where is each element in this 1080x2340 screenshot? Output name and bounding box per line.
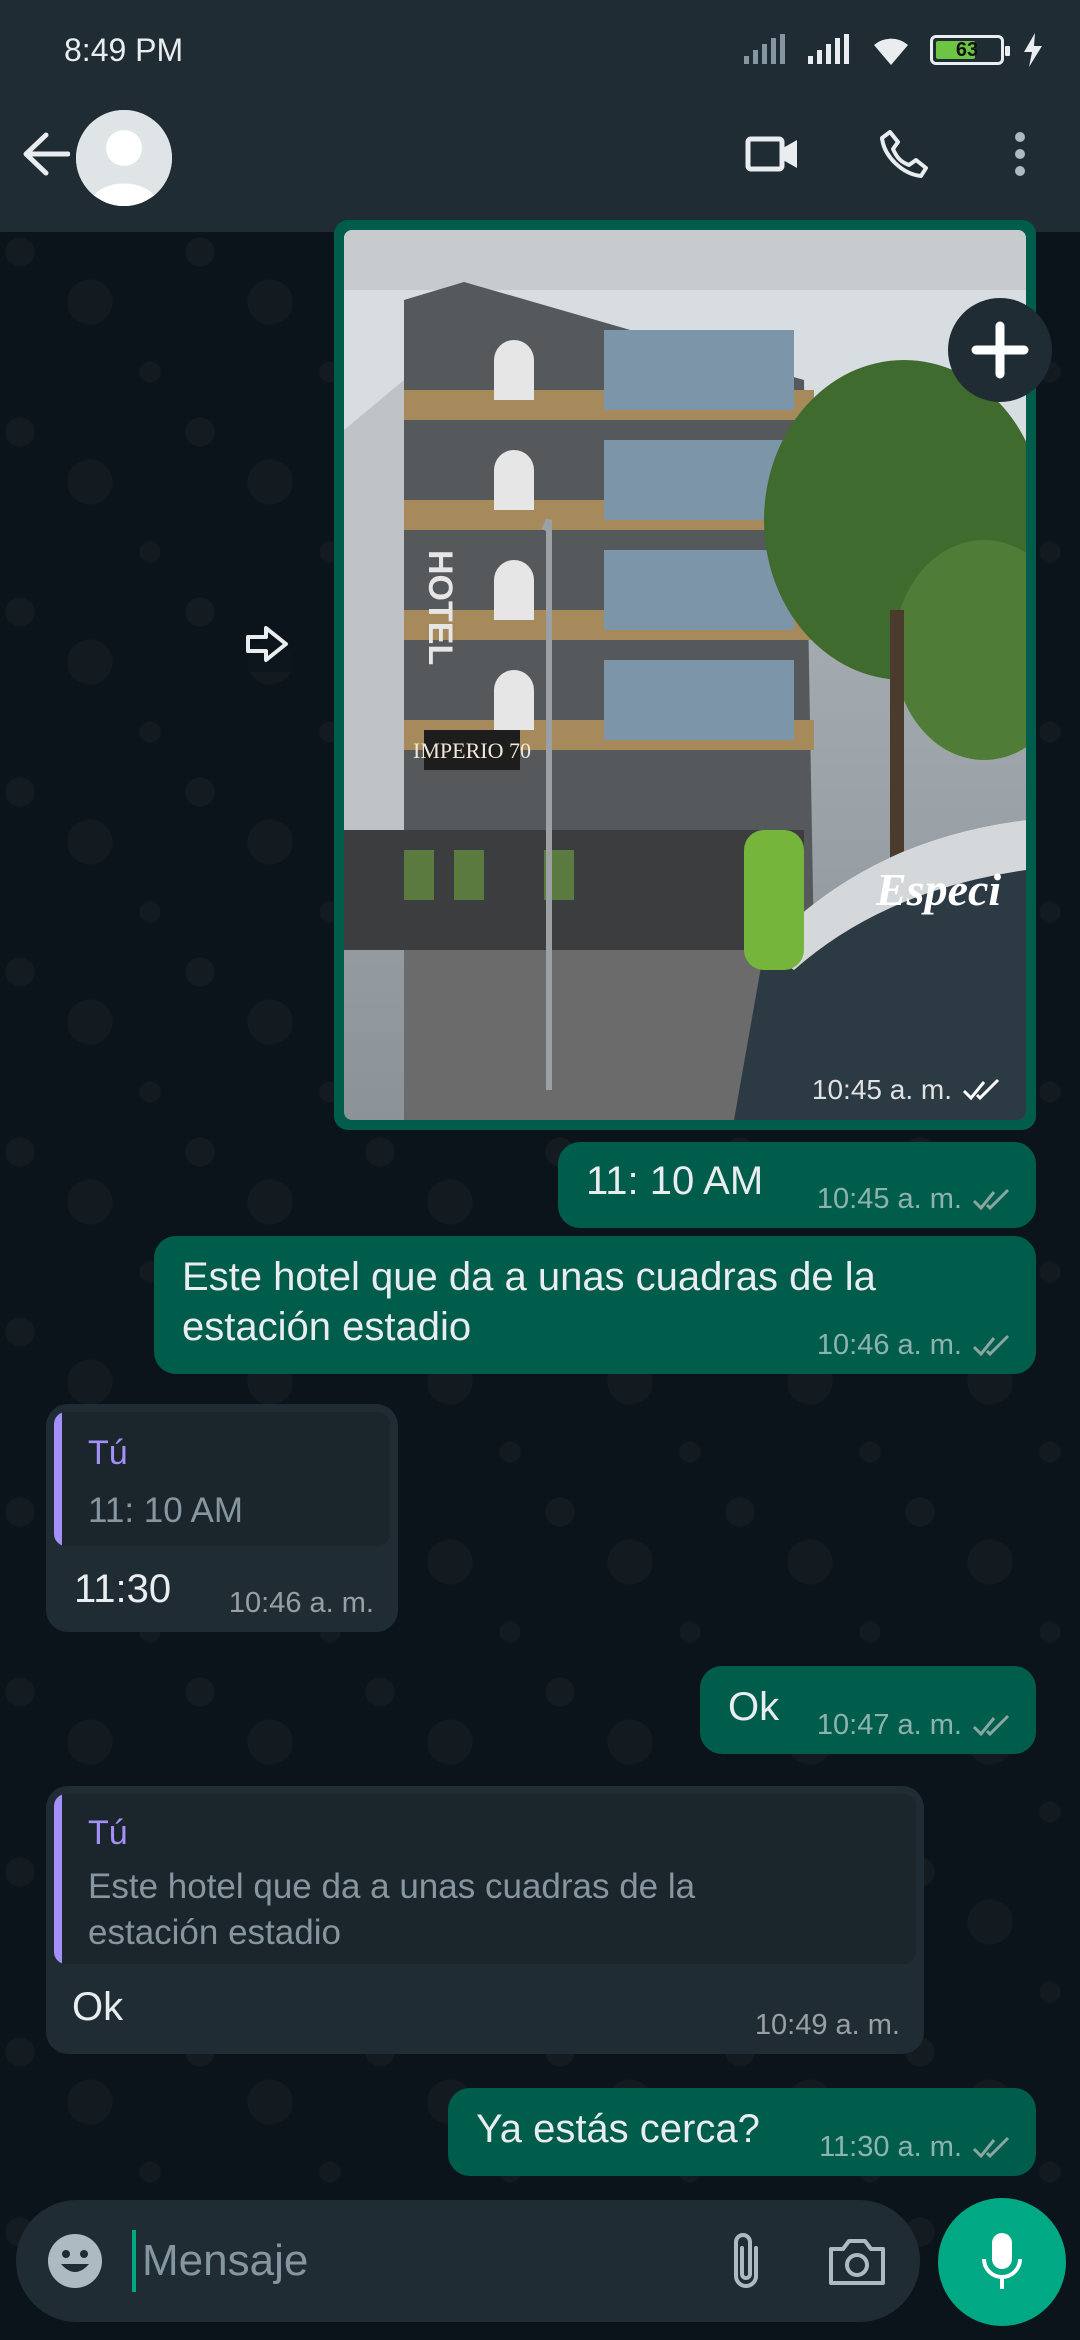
message-text: Este hotel que da a unas cuadras de la e… [182, 1252, 876, 1352]
quote-accent-bar [54, 1412, 62, 1546]
message-time: 10:47 a. m. [816, 1709, 962, 1741]
quote-text: 11: 10 AM [88, 1491, 244, 1530]
hotel-photo: IMPERIO 70 HOTEL Especi [344, 230, 1026, 1120]
message-text-line: Este hotel que da a unas cuadras de la [182, 1255, 876, 1299]
message-time: 10:46 a. m. [816, 1329, 962, 1361]
message-time: 10:46 a. m. [228, 1587, 374, 1619]
message-meta: 10:45 a. m. [812, 1074, 1002, 1106]
overflow-menu-button[interactable] [1000, 122, 1040, 186]
outgoing-message[interactable]: Ok 10:47 a. m. [700, 1666, 1036, 1754]
quote-author: Tú [88, 1434, 128, 1472]
forward-button[interactable] [232, 616, 302, 672]
quote-author: Tú [88, 1814, 128, 1852]
video-camera-icon [745, 136, 797, 172]
signal-icon [808, 34, 849, 64]
double-check-icon [972, 1334, 1010, 1356]
status-icons: 63 [742, 33, 1044, 67]
video-call-button[interactable] [740, 122, 804, 186]
message-text: Ya estás cerca? [476, 2107, 760, 2151]
wifi-icon [874, 38, 908, 65]
battery-percentage: 63 [955, 38, 979, 61]
phone-icon [880, 130, 928, 178]
back-button[interactable] [18, 126, 74, 182]
status-time: 8:49 PM [64, 31, 184, 68]
microphone-icon [982, 2233, 1022, 2289]
battery-icon: 63 [930, 35, 1010, 65]
message-meta: 10:47 a. m. [817, 1709, 1012, 1742]
chat-header [0, 100, 1080, 232]
message-meta: 10:45 a. m. [817, 1183, 1012, 1216]
message-time: 11:30 a. m. [819, 2131, 962, 2163]
quote-text: Este hotel que da a unas cuadras de la e… [88, 1864, 695, 1956]
default-avatar-icon [76, 110, 172, 206]
signal-icon [744, 34, 785, 64]
outgoing-message[interactable]: Ya estás cerca? 11:30 a. m. [448, 2088, 1036, 2176]
camera-button[interactable] [822, 2228, 892, 2294]
outgoing-message[interactable]: Este hotel que da a unas cuadras de la e… [154, 1236, 1036, 1374]
message-meta: 10:46 a. m. [229, 1587, 374, 1620]
message-time: 10:49 a. m. [754, 2009, 900, 2041]
paperclip-icon [734, 2233, 758, 2288]
double-check-icon [972, 1714, 1010, 1736]
quoted-message[interactable]: Tú Este hotel que da a unas cuadras de l… [54, 1794, 916, 1964]
message-composer [16, 2200, 920, 2322]
charging-bolt-icon [1024, 33, 1042, 67]
message-meta: 11:30 a. m. [819, 2131, 1012, 2164]
quote-accent-bar [54, 1794, 62, 1964]
double-check-icon [972, 1188, 1010, 1210]
quoted-message[interactable]: Tú 11: 10 AM [54, 1412, 390, 1546]
message-meta: 10:49 a. m. [755, 2009, 900, 2042]
message-meta: 10:46 a. m. [817, 1329, 1012, 1362]
message-text: 11:30 [74, 1567, 172, 1611]
photo-text-imperio: IMPERIO 70 [413, 738, 531, 763]
incoming-message[interactable]: Tú Este hotel que da a unas cuadras de l… [46, 1786, 924, 2054]
message-photo[interactable]: IMPERIO 70 HOTEL Especi 10:45 a. m. [344, 230, 1026, 1120]
message-text: Ok [728, 1685, 780, 1729]
attach-button[interactable] [716, 2226, 776, 2296]
photo-text-bus: Especi [875, 864, 1001, 915]
message-time: 10:45 a. m. [816, 1183, 962, 1215]
photo-text-hotel: HOTEL [421, 550, 459, 665]
incoming-message[interactable]: Tú 11: 10 AM 11:30 10:46 a. m. [46, 1404, 398, 1632]
status-bar: 8:49 PM 63 [0, 0, 1080, 100]
emoji-icon [48, 2234, 102, 2288]
quote-text-line: estación estadio [88, 1913, 341, 1952]
message-time: 10:45 a. m. [811, 1074, 952, 1105]
contact-avatar[interactable] [76, 110, 172, 206]
message-text: 11: 10 AM [586, 1159, 764, 1203]
double-check-icon [972, 2136, 1010, 2158]
double-check-icon [962, 1078, 1000, 1101]
quote-text-line: Este hotel que da a unas cuadras de la [88, 1867, 696, 1906]
camera-icon [829, 2239, 885, 2285]
outgoing-message[interactable]: 11: 10 AM 10:45 a. m. [558, 1142, 1036, 1228]
voice-message-button[interactable] [938, 2198, 1066, 2326]
message-text: Ok [72, 1985, 124, 2029]
image-message[interactable]: IMPERIO 70 HOTEL Especi 10:45 a. m. [334, 220, 1036, 1130]
voice-call-button[interactable] [872, 122, 936, 186]
message-input[interactable] [132, 2230, 692, 2292]
more-vertical-icon [1015, 132, 1025, 176]
message-text-line: estación estadio [182, 1305, 472, 1349]
plus-icon [971, 321, 1029, 379]
add-sticker-button[interactable] [948, 298, 1052, 402]
back-arrow-icon [23, 132, 70, 176]
emoji-button[interactable] [42, 2228, 108, 2294]
forward-arrow-icon [246, 626, 288, 662]
